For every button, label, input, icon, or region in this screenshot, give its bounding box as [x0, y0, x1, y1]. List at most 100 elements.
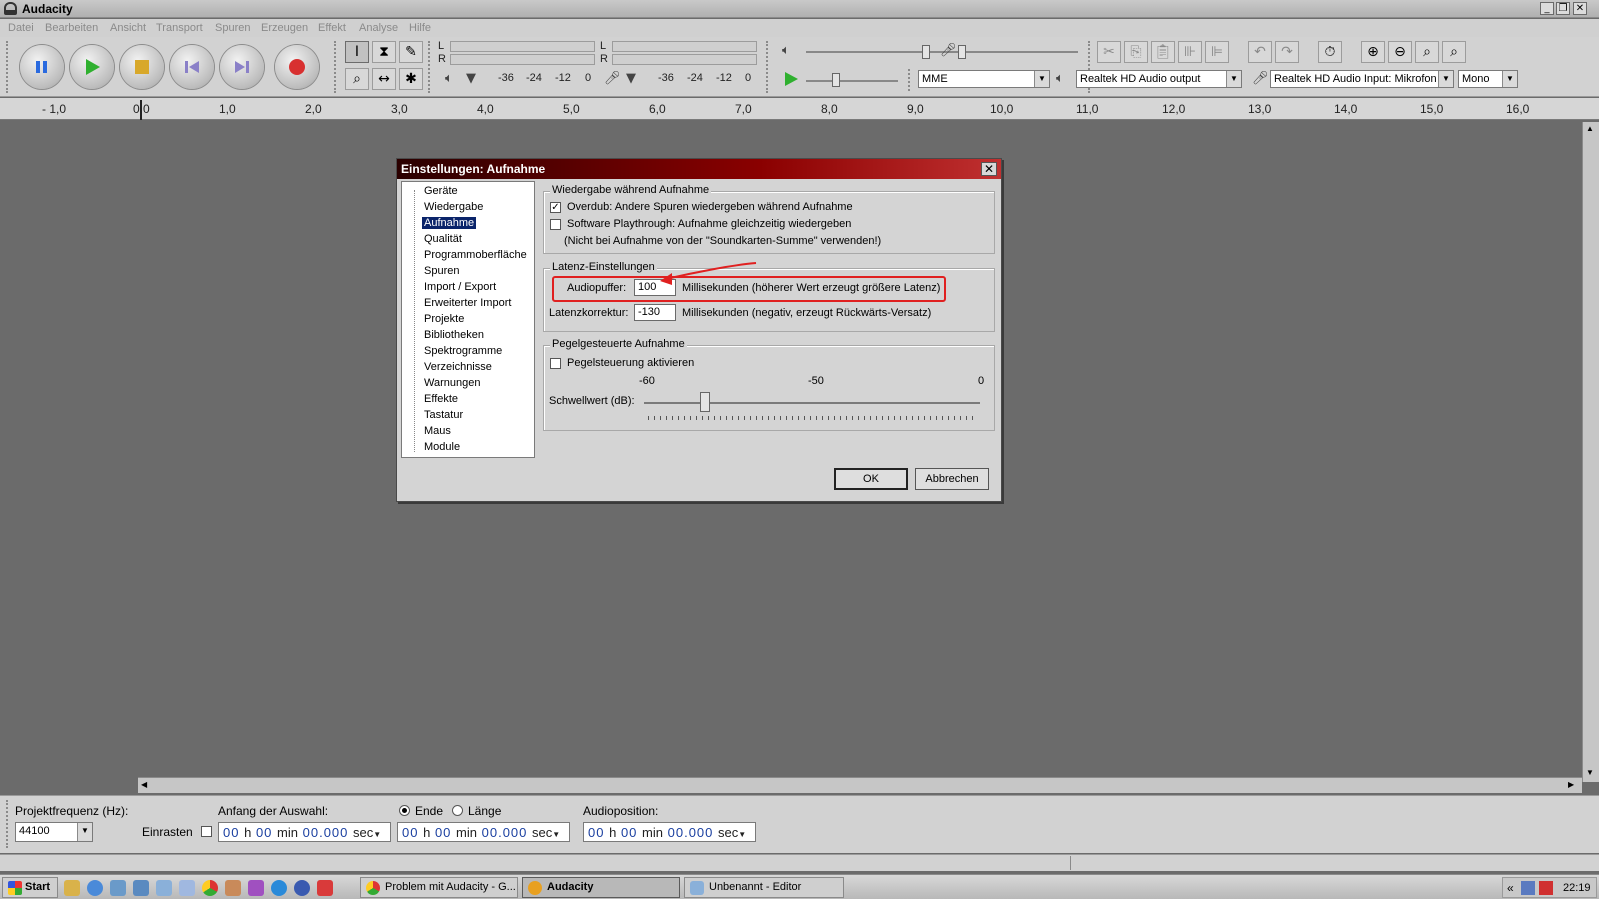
trim-button[interactable]: ⊪	[1178, 41, 1202, 63]
microphone-icon[interactable]: 🎤︎	[604, 71, 621, 86]
redo-button[interactable]: ↷	[1275, 41, 1299, 63]
media-icon[interactable]	[248, 880, 264, 896]
undo-button[interactable]: ↶	[1248, 41, 1272, 63]
close-button[interactable]: ✕	[1573, 2, 1587, 15]
input-device-select[interactable]: Realtek HD Audio Input: Mikrofon ▼	[1270, 70, 1454, 88]
length-radio[interactable]	[452, 805, 463, 816]
speaker-icon[interactable]: 🔈︎	[445, 71, 453, 86]
tree-item-import-export[interactable]: Import / Export	[422, 281, 498, 293]
chrome-icon[interactable]	[202, 880, 218, 896]
download-icon[interactable]	[317, 880, 333, 896]
tree-item-erweiterter-import[interactable]: Erweiterter Import	[422, 297, 513, 309]
menu-hilfe[interactable]: Hilfe	[409, 22, 431, 34]
tree-item-effekte[interactable]: Effekte	[422, 393, 460, 405]
chevron-down-icon[interactable]: ▼	[626, 71, 636, 86]
skype-icon[interactable]	[271, 880, 287, 896]
host-select[interactable]: MME ▼	[918, 70, 1050, 88]
scroll-right-icon[interactable]: ▶	[1568, 780, 1574, 789]
tree-item-maus[interactable]: Maus	[422, 425, 453, 437]
archive-icon[interactable]	[225, 880, 241, 896]
toolbar-grip[interactable]	[6, 41, 10, 93]
record-button[interactable]	[275, 45, 319, 89]
pause-button[interactable]	[20, 45, 64, 89]
multi-tool[interactable]: ✱	[399, 68, 423, 90]
app-icon[interactable]	[133, 880, 149, 896]
clock[interactable]: 22:19	[1563, 882, 1591, 894]
antivirus-tray-icon[interactable]	[1539, 881, 1553, 895]
paste-button[interactable]: 📋︎	[1151, 41, 1175, 63]
notepad-icon[interactable]	[156, 880, 172, 896]
scroll-left-icon[interactable]: ◀	[141, 780, 147, 789]
rec-meter-r[interactable]	[612, 54, 757, 65]
tree-item-bibliotheken[interactable]: Bibliotheken	[422, 329, 486, 341]
tree-item-geraete[interactable]: Geräte	[422, 185, 460, 197]
start-button[interactable]: Start	[2, 877, 58, 898]
tree-item-spuren[interactable]: Spuren	[422, 265, 461, 277]
dialog-close-button[interactable]: ✕	[981, 162, 997, 176]
channels-select[interactable]: Mono ▼	[1458, 70, 1518, 88]
selection-tool[interactable]: I	[345, 41, 369, 63]
play-meter-r[interactable]	[450, 54, 595, 65]
toolbar-grip[interactable]	[334, 41, 338, 93]
fit-selection-button[interactable]: ⌕	[1415, 41, 1439, 63]
player-icon[interactable]	[294, 880, 310, 896]
timeline-ruler[interactable]: - 1,0 0,0 1,0 2,0 3,0 4,0 5,0 6,0 7,0 8,…	[0, 98, 1599, 120]
timeshift-tool[interactable]: ↔	[372, 68, 396, 90]
chevron-down-icon[interactable]: ▼	[466, 71, 476, 86]
play-button[interactable]	[70, 45, 114, 89]
end-radio[interactable]	[399, 805, 410, 816]
sync-lock-button[interactable]: ⏱	[1318, 41, 1342, 63]
end-label[interactable]: Ende	[415, 804, 443, 818]
menu-spuren[interactable]: Spuren	[215, 22, 250, 34]
toolbar-grip[interactable]	[908, 69, 912, 91]
tree-item-qualitaet[interactable]: Qualität	[422, 233, 464, 245]
document-icon[interactable]	[179, 880, 195, 896]
slider-thumb[interactable]	[832, 73, 840, 87]
tree-item-warnungen[interactable]: Warnungen	[422, 377, 482, 389]
task-browser[interactable]: Problem mit Audacity - G...	[360, 877, 518, 898]
voice-activation-checkbox[interactable]	[550, 358, 561, 369]
copy-button[interactable]: ⎘	[1124, 41, 1148, 63]
zoom-out-button[interactable]: ⊖	[1388, 41, 1412, 63]
toolbar-grip[interactable]	[428, 41, 432, 93]
overdub-label[interactable]: Overdub: Andere Spuren wiedergeben währe…	[567, 201, 853, 213]
ok-button[interactable]: OK	[834, 468, 908, 490]
zoom-tool[interactable]: ⌕	[345, 68, 369, 90]
rec-meter-l[interactable]	[612, 41, 757, 52]
tree-item-tastatur[interactable]: Tastatur	[422, 409, 465, 421]
task-editor[interactable]: Unbenannt - Editor	[684, 877, 844, 898]
menu-bearbeiten[interactable]: Bearbeiten	[45, 22, 98, 34]
envelope-tool[interactable]: ⧗	[372, 41, 396, 63]
toolbar-grip[interactable]	[766, 41, 770, 93]
stop-button[interactable]	[120, 45, 164, 89]
voice-activation-label[interactable]: Pegelsteuerung aktivieren	[567, 357, 694, 369]
menu-effekt[interactable]: Effekt	[318, 22, 346, 34]
length-label[interactable]: Länge	[468, 804, 501, 818]
selection-start-time[interactable]: 00 h 00 min 00.000 sec▼	[218, 822, 391, 842]
skip-end-button[interactable]	[220, 45, 264, 89]
minimize-button[interactable]: _	[1540, 2, 1554, 15]
vertical-scrollbar[interactable]: ▲ ▼	[1582, 122, 1599, 782]
browser-icon[interactable]	[87, 880, 103, 896]
scroll-down-icon[interactable]: ▼	[1586, 768, 1594, 777]
horizontal-scrollbar[interactable]: ◀ ▶	[138, 777, 1582, 793]
latency-correction-input[interactable]: -130	[634, 304, 676, 321]
task-audacity[interactable]: Audacity	[522, 877, 680, 898]
silence-button[interactable]: ⊫	[1205, 41, 1229, 63]
tree-item-wiedergabe[interactable]: Wiedergabe	[422, 201, 485, 213]
menu-datei[interactable]: Datei	[8, 22, 34, 34]
menu-analyse[interactable]: Analyse	[359, 22, 398, 34]
snap-checkbox[interactable]	[201, 826, 212, 837]
fit-project-button[interactable]: ⌕	[1442, 41, 1466, 63]
scroll-up-icon[interactable]: ▲	[1586, 124, 1594, 133]
tray-expand-icon[interactable]: «	[1507, 881, 1514, 895]
folder-icon[interactable]	[64, 880, 80, 896]
zoom-in-button[interactable]: ⊕	[1361, 41, 1385, 63]
menu-ansicht[interactable]: Ansicht	[110, 22, 146, 34]
tree-item-verzeichnisse[interactable]: Verzeichnisse	[422, 361, 494, 373]
tree-item-programmoberflaeche[interactable]: Programmoberfläche	[422, 249, 529, 261]
restore-button[interactable]: ❐	[1556, 2, 1570, 15]
menu-transport[interactable]: Transport	[156, 22, 203, 34]
audio-position-time[interactable]: 00 h 00 min 00.000 sec▼	[583, 822, 756, 842]
threshold-slider-thumb[interactable]	[700, 392, 710, 412]
